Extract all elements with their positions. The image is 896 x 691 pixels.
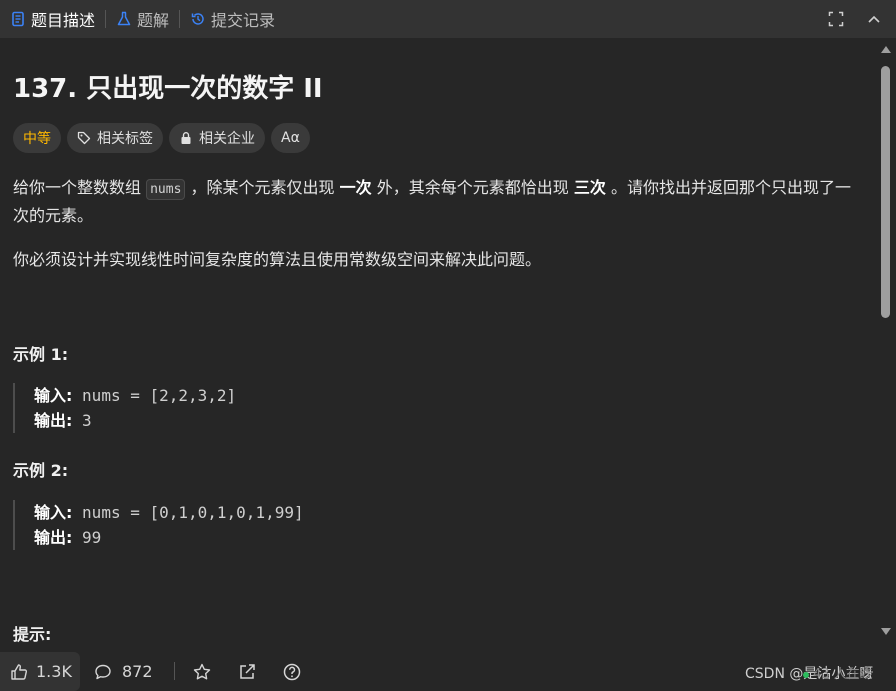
example-2-heading: 示例 2: [13, 461, 69, 480]
output-label: 输出: [34, 528, 73, 547]
tab-description[interactable]: 题目描述 [0, 0, 105, 38]
tab-solutions-label: 题解 [137, 11, 170, 30]
inline-code: nums [146, 179, 186, 200]
thumbs-up-icon [10, 663, 28, 681]
online-dot-icon [803, 671, 809, 678]
example-2-block: 输入: nums = [0,1,0,1,0,1,99] 输出: 99 [13, 500, 304, 550]
difficulty-badge[interactable]: 中等 [13, 123, 61, 153]
input-label: 输入: [34, 386, 73, 405]
example-1-input-line: 输入: nums = [2,2,3,2] [34, 383, 236, 408]
online-count: 43 人在线 [803, 663, 873, 682]
tab-solutions[interactable]: 题解 [106, 0, 179, 38]
description-paragraph-2: 你必须设计并实现线性时间复杂度的算法且使用常数级空间来解决此问题。 [13, 250, 542, 269]
like-count: 1.3K [36, 662, 72, 681]
problem-description: 137. 只出现一次的数字 II 中等 相关标签 相关企业 Aα 给你一个整数数… [0, 38, 876, 652]
example-1-heading: 示例 1: [13, 345, 69, 364]
share-icon [237, 662, 257, 682]
scroll-down-arrow-icon[interactable] [881, 628, 891, 635]
like-button[interactable]: 1.3K [0, 652, 80, 691]
share-button[interactable] [237, 652, 257, 691]
comments-button[interactable]: 872 [94, 652, 153, 691]
description-paragraph-1: 给你一个整数数组 nums ，除某个元素仅出现 一次 外，其余每个元素都恰出现 … [13, 175, 863, 229]
help-button[interactable] [282, 652, 302, 691]
comment-icon [94, 663, 112, 681]
input-label: 输入: [34, 503, 73, 522]
problem-title: 137. 只出现一次的数字 II [13, 74, 323, 104]
scrollbar-thumb[interactable] [881, 66, 890, 318]
example-1-input: nums = [2,2,3,2] [82, 386, 237, 405]
history-icon [190, 11, 206, 27]
desc-bold: 三次 [573, 178, 606, 197]
related-companies-label: 相关企业 [199, 131, 255, 147]
comment-count: 872 [122, 662, 153, 681]
tab-submissions-label: 提交记录 [211, 11, 276, 30]
related-tags-label: 相关标签 [97, 131, 153, 147]
star-icon [192, 662, 212, 682]
tab-bar-actions [828, 0, 882, 38]
desc-text: ，除某个元素仅出现 [190, 178, 335, 197]
tab-submissions[interactable]: 提交记录 [180, 0, 285, 38]
example-2-input-line: 输入: nums = [0,1,0,1,0,1,99] [34, 500, 304, 525]
scroll-up-arrow-icon[interactable] [881, 46, 891, 53]
hints-heading: 提示: [13, 625, 52, 644]
tab-description-label: 题目描述 [31, 11, 96, 30]
example-2-output-line: 输出: 99 [34, 525, 304, 550]
question-icon [282, 662, 302, 682]
tab-bar: 题目描述 题解 提交记录 [0, 0, 896, 38]
tag-icon [77, 131, 91, 145]
fullscreen-icon[interactable] [828, 11, 844, 27]
online-text: 43 人在线 [813, 667, 873, 682]
document-icon [10, 11, 26, 27]
desc-bold: 一次 [339, 178, 372, 197]
example-1-block: 输入: nums = [2,2,3,2] 输出: 3 [13, 383, 236, 433]
output-label: 输出: [34, 411, 73, 430]
example-2-output: 99 [82, 528, 102, 547]
flask-icon [116, 11, 132, 27]
desc-text: 给你一个整数数组 [13, 178, 142, 197]
example-1-output-line: 输出: 3 [34, 408, 236, 433]
related-companies-button[interactable]: 相关企业 [169, 123, 265, 153]
lock-icon [179, 131, 193, 145]
translate-button[interactable]: Aα [271, 123, 310, 153]
chevron-up-icon[interactable] [866, 11, 882, 27]
example-2-input: nums = [0,1,0,1,0,1,99] [82, 503, 304, 522]
favorite-button[interactable] [192, 652, 212, 691]
desc-text: 外，其余每个元素都恰出现 [376, 178, 569, 197]
bottom-divider [174, 662, 175, 680]
problem-tags: 中等 相关标签 相关企业 Aα [13, 123, 310, 153]
example-1-output: 3 [82, 411, 92, 430]
related-tags-button[interactable]: 相关标签 [67, 123, 163, 153]
